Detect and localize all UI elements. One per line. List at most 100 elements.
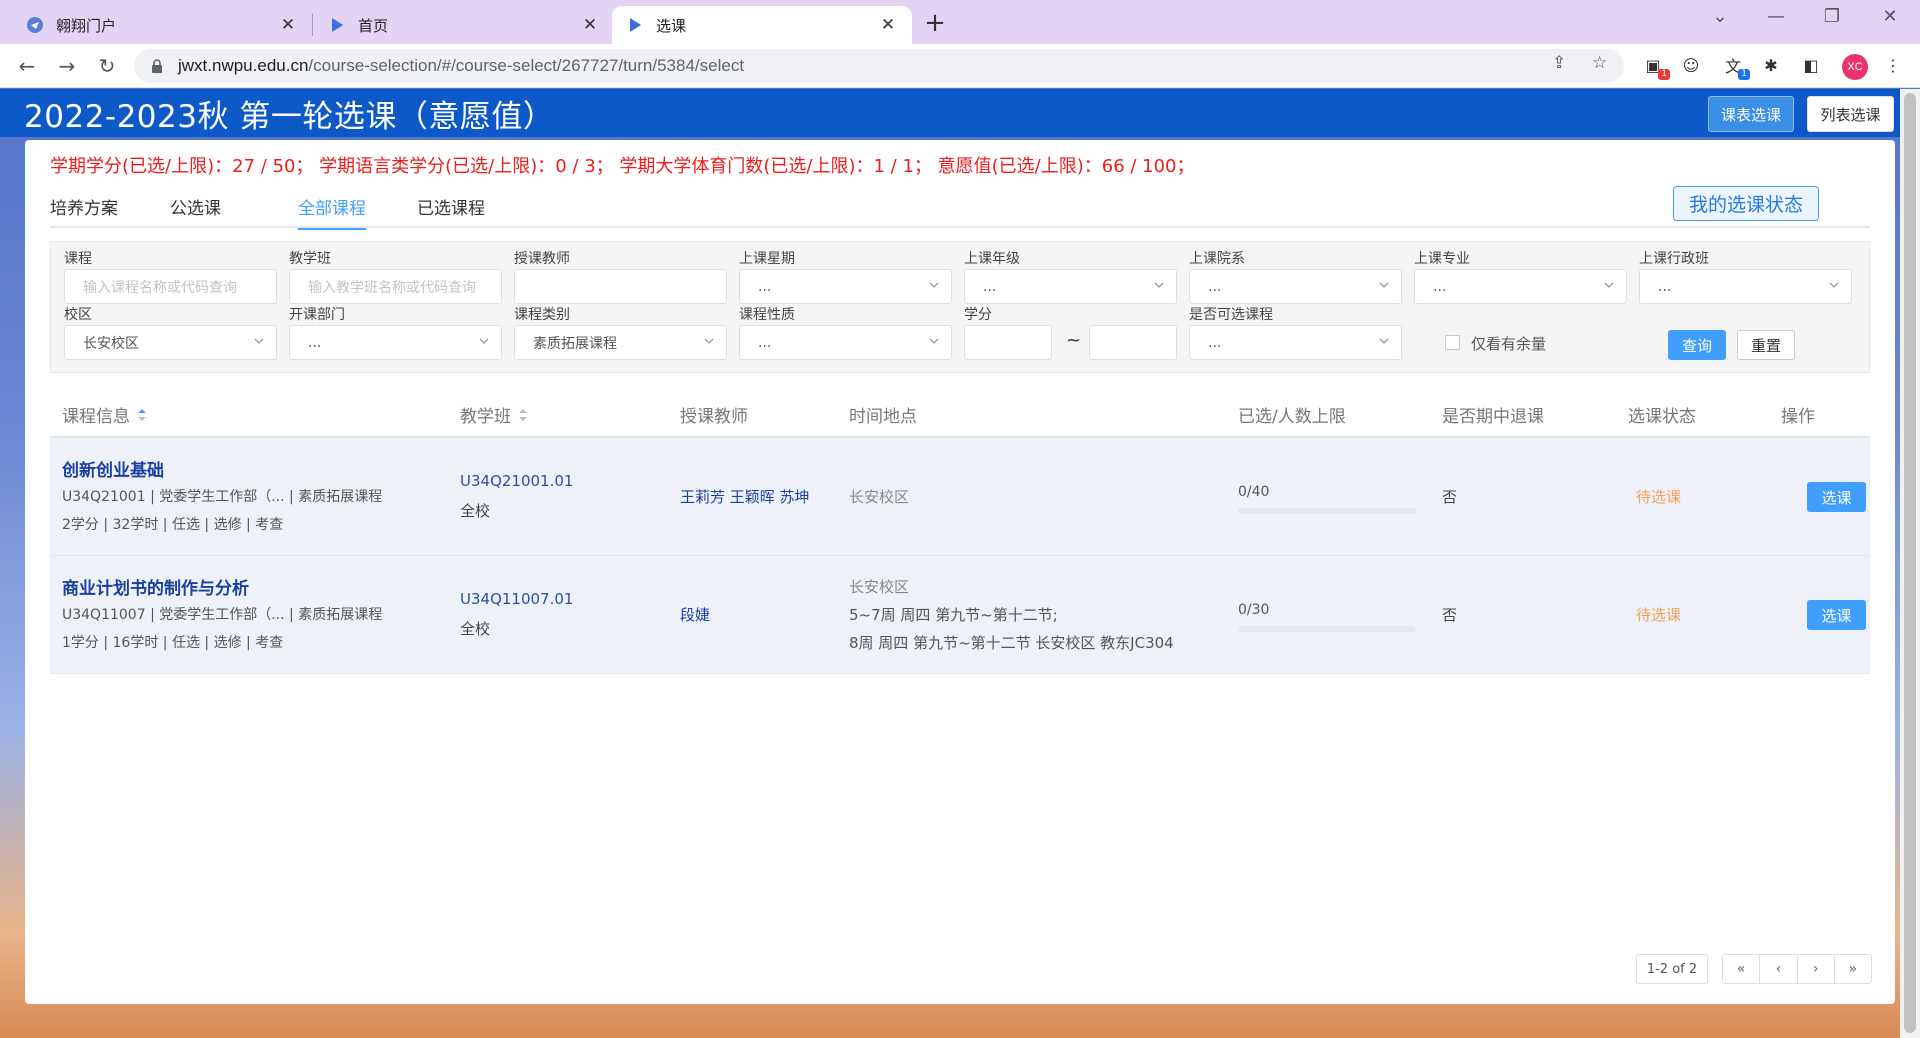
- my-selection-status-button[interactable]: 我的选课状态: [1673, 186, 1819, 221]
- credit-max-input[interactable]: [1089, 325, 1177, 360]
- page-header: 2022-2023秋 第一轮选课（意愿值） 课表选课 列表选课: [0, 89, 1900, 137]
- page-scrollbar[interactable]: [1900, 89, 1920, 1038]
- offering-dept-select-value: ...: [308, 334, 322, 351]
- grade-select[interactable]: ...: [964, 269, 1177, 304]
- tab-search-icon[interactable]: ⌄: [1700, 6, 1740, 27]
- lock-icon: [152, 59, 162, 73]
- chevron-down-icon: [929, 282, 939, 288]
- main-content-card: 学期学分(已选/上限)：27 / 50； 学期语言类学分(已选/上限)：0 / …: [25, 140, 1895, 1004]
- weekday-filter-label: 上课星期: [739, 251, 795, 267]
- side-panel-icon[interactable]: ◧: [1798, 52, 1824, 78]
- menu-kebab-icon[interactable]: ⋮: [1880, 52, 1906, 78]
- extension-badge: 1: [1738, 69, 1750, 80]
- browser-tab-home[interactable]: 首页 ✕: [314, 6, 614, 44]
- department-select-value: ...: [1208, 278, 1222, 295]
- tab-close-icon[interactable]: ✕: [278, 15, 298, 35]
- grade-select-value: ...: [983, 278, 997, 295]
- tab-training-plan[interactable]: 培养方案: [50, 194, 118, 228]
- message-extension-icon[interactable]: ▣ 1: [1640, 52, 1670, 80]
- sort-icon[interactable]: [136, 407, 148, 423]
- time-place-line: 长安校区: [849, 488, 910, 506]
- course-meta: U34Q11007 | 党委学生工作部（... | 素质拓展课程: [62, 607, 383, 623]
- header-time-place: 时间地点: [849, 407, 917, 427]
- chevron-down-icon: [1379, 338, 1389, 344]
- select-course-button[interactable]: 选课: [1807, 600, 1866, 630]
- weekday-select-value: ...: [758, 278, 772, 295]
- major-select[interactable]: ...: [1414, 269, 1627, 304]
- nature-select[interactable]: ...: [739, 325, 952, 360]
- range-tilde: ~: [1066, 330, 1082, 351]
- class-code-link[interactable]: U34Q21001.01: [460, 472, 573, 490]
- next-page-button[interactable]: ›: [1796, 955, 1834, 983]
- timetable-select-button[interactable]: 课表选课: [1708, 96, 1794, 132]
- course-search-input[interactable]: 输入课程名称或代码查询: [64, 269, 277, 304]
- profile-avatar[interactable]: XC: [1842, 54, 1868, 80]
- class-search-input[interactable]: 输入教学班名称或代码查询: [289, 269, 502, 304]
- tab-close-icon[interactable]: ✕: [878, 15, 898, 35]
- admin-class-select[interactable]: ...: [1639, 269, 1852, 304]
- teacher-names[interactable]: 段婕: [680, 604, 710, 625]
- chevron-down-icon: [1829, 282, 1839, 288]
- new-tab-button[interactable]: +: [920, 8, 950, 38]
- tab-all-courses[interactable]: 全部课程: [298, 194, 366, 230]
- header-teaching-class[interactable]: 教学班: [460, 402, 529, 427]
- course-filter-label: 课程: [64, 251, 92, 267]
- admin-class-filter-label: 上课行政班: [1639, 251, 1709, 267]
- forward-icon[interactable]: →: [52, 52, 82, 80]
- table-row: 创新创业基础 U34Q21001 | 党委学生工作部（... | 素质拓展课程 …: [50, 438, 1870, 556]
- campus-select[interactable]: 长安校区: [64, 325, 277, 360]
- minimize-icon[interactable]: —: [1756, 6, 1796, 27]
- category-select[interactable]: 素质拓展课程: [514, 325, 727, 360]
- query-button[interactable]: 查询: [1668, 330, 1726, 360]
- class-filter-label: 教学班: [289, 251, 331, 267]
- prev-page-button[interactable]: ‹: [1759, 955, 1796, 983]
- select-course-button[interactable]: 选课: [1807, 482, 1866, 512]
- back-icon[interactable]: ←: [12, 52, 42, 80]
- header-course-info[interactable]: 课程信息: [62, 402, 148, 427]
- browser-tab-select[interactable]: 选课 ✕: [612, 6, 912, 44]
- last-page-button[interactable]: »: [1833, 955, 1871, 983]
- tab-close-icon[interactable]: ✕: [580, 15, 600, 35]
- selectable-select[interactable]: ...: [1189, 325, 1402, 360]
- tab-title: 首页: [358, 16, 389, 35]
- bookmark-star-icon[interactable]: ☆: [1592, 53, 1607, 73]
- department-select[interactable]: ...: [1189, 269, 1402, 304]
- chevron-down-icon: [1379, 282, 1389, 288]
- scrollbar-thumb[interactable]: [1904, 93, 1916, 1033]
- browser-tab-portal[interactable]: 翱翔门户 ✕: [12, 6, 312, 44]
- table-row: 商业计划书的制作与分析 U34Q11007 | 党委学生工作部（... | 素质…: [50, 556, 1870, 674]
- teacher-names[interactable]: 王莉芳 王颖晖 苏坤: [680, 486, 810, 507]
- class-code-link[interactable]: U34Q11007.01: [460, 590, 573, 608]
- header-enrollment: 已选/人数上限: [1238, 407, 1346, 427]
- address-bar[interactable]: jwxt.nwpu.edu.cn/course-selection/#/cour…: [134, 49, 1624, 83]
- url-host: jwxt.nwpu.edu.cn: [178, 56, 309, 75]
- reset-button[interactable]: 重置: [1737, 330, 1795, 360]
- restore-icon[interactable]: ❐: [1812, 6, 1852, 27]
- offering-dept-select[interactable]: ...: [289, 325, 502, 360]
- course-name-link[interactable]: 商业计划书的制作与分析: [62, 574, 249, 599]
- teacher-input[interactable]: [514, 269, 727, 304]
- first-page-button[interactable]: «: [1723, 955, 1759, 983]
- weekday-select[interactable]: ...: [739, 269, 952, 304]
- credit-min-input[interactable]: [964, 325, 1052, 360]
- enrollment-progress-bar: [1238, 508, 1416, 514]
- close-window-icon[interactable]: ✕: [1870, 6, 1910, 27]
- tab-public-elective[interactable]: 公选课: [170, 194, 221, 228]
- chevron-down-icon: [254, 338, 264, 344]
- remaining-only-checkbox[interactable]: [1445, 335, 1460, 350]
- course-detail: 2学分 | 32学时 | 任选 | 选修 | 考查: [62, 517, 284, 533]
- translate-extension-icon[interactable]: 文1: [1720, 52, 1750, 80]
- reload-icon[interactable]: ↻: [92, 52, 122, 80]
- course-name-link[interactable]: 创新创业基础: [62, 456, 164, 481]
- campus-select-value: 长安校区: [83, 335, 139, 352]
- sort-icon[interactable]: [517, 407, 529, 423]
- face-extension-icon[interactable]: ☺: [1678, 52, 1704, 78]
- share-icon[interactable]: ⇪: [1552, 53, 1566, 73]
- tab-selected-courses[interactable]: 已选课程: [417, 194, 485, 228]
- list-select-button[interactable]: 列表选课: [1807, 96, 1894, 132]
- enrollment-count: 0/30: [1238, 602, 1270, 618]
- puzzle-extensions-icon[interactable]: ✱: [1758, 52, 1784, 78]
- pagination-info: 1-2 of 2: [1636, 954, 1708, 984]
- page-title: 2022-2023秋 第一轮选课（意愿值）: [24, 99, 555, 135]
- class-scope: 全校: [460, 502, 491, 520]
